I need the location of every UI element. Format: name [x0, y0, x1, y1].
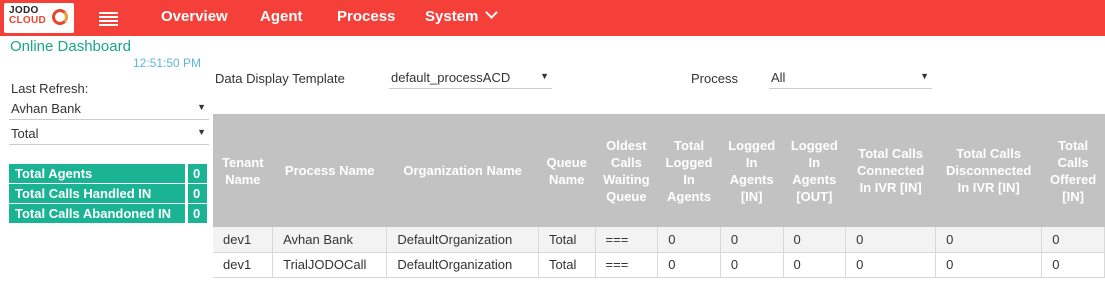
tenant-select-value: Avhan Bank [11, 101, 81, 116]
summary-value: 0 [188, 204, 207, 223]
hamburger-menu-icon[interactable] [99, 12, 118, 26]
table-cell: 0 [1041, 252, 1105, 278]
table-row[interactable]: dev1 TrialJODOCall DefaultOrganization T… [213, 252, 1105, 278]
page-title: Online Dashboard [10, 38, 131, 55]
table-header-row: Tenant Name Process Name Organization Na… [213, 114, 1105, 227]
table-cell: DefaultOrganization [386, 252, 539, 278]
table-cell: Total [538, 252, 596, 278]
column-header[interactable]: Total Calls Disconnected In IVR [IN] [935, 114, 1042, 227]
column-header[interactable]: Process Name [272, 114, 387, 227]
table-cell: Total [538, 227, 596, 253]
table-cell: 0 [845, 227, 937, 253]
logo-swirl-icon [52, 9, 68, 25]
tenant-select[interactable]: Avhan Bank ▼ [9, 98, 209, 120]
jodo-cloud-logo[interactable]: JODO CLOUD [4, 3, 74, 33]
table-cell: DefaultOrganization [386, 227, 539, 253]
column-header[interactable]: Total Calls Offered [IN] [1041, 114, 1105, 227]
nav-system-label: System [425, 8, 479, 25]
summary-row: Total Agents 0 [9, 164, 207, 183]
process-select[interactable]: All ▼ [769, 67, 932, 89]
summary-value: 0 [188, 164, 207, 183]
table-cell: 0 [1041, 227, 1105, 253]
table-cell: === [595, 227, 659, 253]
clock-time: 12:51:50 PM [133, 56, 202, 70]
table-cell: 0 [783, 227, 847, 253]
last-refresh-label: Last Refresh: [11, 81, 89, 96]
table-cell: 0 [657, 252, 721, 278]
top-navbar: JODO CLOUD Overview Agent Process System [0, 0, 1105, 36]
process-label: Process [691, 71, 738, 86]
summary-row: Total Calls Abandoned IN 0 [9, 204, 207, 223]
summary-panel: Total Agents 0 Total Calls Handled IN 0 … [9, 164, 207, 224]
table-cell: 0 [935, 252, 1043, 278]
table-cell: === [595, 252, 659, 278]
process-select-value: All [771, 70, 786, 85]
chevron-down-icon [485, 6, 499, 19]
table-cell: 0 [935, 227, 1043, 253]
column-header[interactable]: Total Logged In Agents [657, 114, 721, 227]
column-header[interactable]: Tenant Name [213, 114, 273, 227]
summary-row: Total Calls Handled IN 0 [9, 184, 207, 203]
template-label: Data Display Template [215, 71, 345, 86]
table-cell: 0 [845, 252, 937, 278]
template-select-value: default_processACD [391, 70, 511, 85]
logo-text-line2: CLOUD [9, 15, 47, 26]
summary-value: 0 [188, 184, 207, 203]
column-header[interactable]: Logged In Agents [IN] [720, 114, 783, 227]
template-select[interactable]: default_processACD ▼ [389, 67, 552, 89]
caret-down-icon: ▼ [920, 71, 929, 81]
table-cell: 0 [720, 227, 784, 253]
process-data-table: Tenant Name Process Name Organization Na… [213, 114, 1105, 278]
table-cell: 0 [783, 252, 847, 278]
table-cell: TrialJODOCall [272, 252, 388, 278]
table-cell: 0 [720, 252, 784, 278]
scope-select[interactable]: Total ▼ [9, 123, 209, 145]
caret-down-icon: ▼ [540, 71, 549, 81]
table-cell: 0 [657, 227, 721, 253]
caret-down-icon: ▼ [197, 102, 206, 112]
scope-select-value: Total [11, 126, 39, 141]
column-header[interactable]: Organization Name [386, 114, 539, 227]
nav-system[interactable]: System [425, 6, 499, 25]
nav-overview[interactable]: Overview [161, 8, 228, 25]
summary-label: Total Calls Abandoned IN [9, 204, 185, 223]
caret-down-icon: ▼ [197, 127, 206, 137]
nav-agent[interactable]: Agent [260, 8, 303, 25]
column-header[interactable]: Oldest Calls Waiting Queue [595, 114, 658, 227]
summary-label: Total Calls Handled IN [9, 184, 185, 203]
table-cell: Avhan Bank [272, 227, 388, 253]
summary-label: Total Agents [9, 164, 185, 183]
column-header[interactable]: Logged In Agents [OUT] [783, 114, 846, 227]
column-header[interactable]: Total Calls Connected In IVR [IN] [845, 114, 936, 227]
table-cell: dev1 [213, 227, 274, 253]
table-row[interactable]: dev1 Avhan Bank DefaultOrganization Tota… [213, 227, 1105, 253]
column-header[interactable]: Queue Name [538, 114, 596, 227]
nav-process[interactable]: Process [337, 8, 395, 25]
table-cell: dev1 [213, 252, 274, 278]
